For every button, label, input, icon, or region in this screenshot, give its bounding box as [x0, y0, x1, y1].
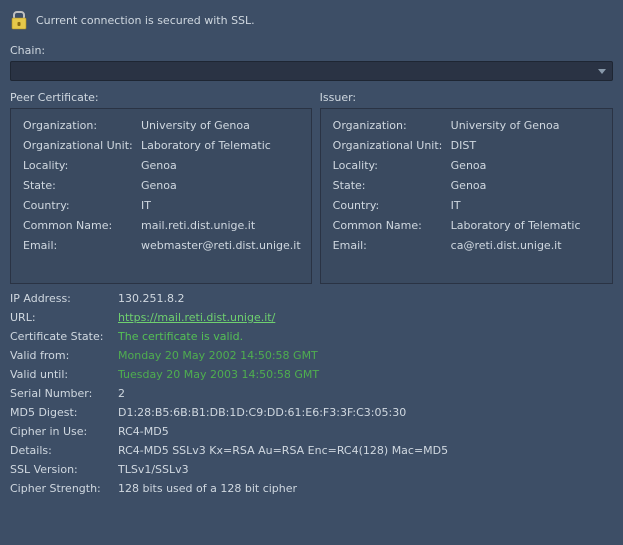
valid-from-value: Monday 20 May 2002 14:50:58 GMT — [118, 349, 613, 362]
cert-state-value: The certificate is valid. — [118, 330, 613, 343]
peer-org-value: University of Genoa — [141, 119, 301, 132]
peer-locality-label: Locality: — [23, 159, 141, 172]
serial-value: 2 — [118, 387, 613, 400]
issuer-locality-label: Locality: — [333, 159, 451, 172]
issuer-ou-value: DIST — [451, 139, 602, 152]
issuer-state-value: Genoa — [451, 179, 602, 192]
cipher-label: Cipher in Use: — [10, 425, 118, 438]
issuer-section: Issuer: Organization:University of Genoa… — [320, 91, 613, 284]
valid-until-label: Valid until: — [10, 368, 118, 381]
peer-certificate-box: Organization:University of Genoa Organiz… — [10, 108, 312, 284]
issuer-box: Organization:University of Genoa Organiz… — [320, 108, 613, 284]
ssl-status-text: Current connection is secured with SSL. — [36, 14, 255, 27]
sslver-label: SSL Version: — [10, 463, 118, 476]
peer-certificate-title: Peer Certificate: — [10, 91, 312, 104]
ip-label: IP Address: — [10, 292, 118, 305]
issuer-title: Issuer: — [320, 91, 613, 104]
url-link[interactable]: https://mail.reti.dist.unige.it/ — [118, 311, 613, 324]
md5-label: MD5 Digest: — [10, 406, 118, 419]
url-label: URL: — [10, 311, 118, 324]
issuer-org-label: Organization: — [333, 119, 451, 132]
issuer-state-label: State: — [333, 179, 451, 192]
peer-locality-value: Genoa — [141, 159, 301, 172]
peer-certificate-section: Peer Certificate: Organization:Universit… — [10, 91, 312, 284]
issuer-ou-label: Organizational Unit: — [333, 139, 451, 152]
issuer-email-label: Email: — [333, 239, 451, 252]
issuer-email-value: ca@reti.dist.unige.it — [451, 239, 602, 252]
details-label: Details: — [10, 444, 118, 457]
peer-state-label: State: — [23, 179, 141, 192]
serial-label: Serial Number: — [10, 387, 118, 400]
issuer-country-label: Country: — [333, 199, 451, 212]
issuer-cn-label: Common Name: — [333, 219, 451, 232]
peer-country-value: IT — [141, 199, 301, 212]
peer-cn-label: Common Name: — [23, 219, 141, 232]
connection-details: IP Address:130.251.8.2 URL:https://mail.… — [10, 292, 613, 495]
valid-until-value: Tuesday 20 May 2003 14:50:58 GMT — [118, 368, 613, 381]
peer-state-value: Genoa — [141, 179, 301, 192]
peer-email-value: webmaster@reti.dist.unige.it — [141, 239, 301, 252]
ssl-status-header: Current connection is secured with SSL. — [10, 10, 613, 30]
md5-value: D1:28:B5:6B:B1:DB:1D:C9:DD:61:E6:F3:3F:C… — [118, 406, 613, 419]
peer-country-label: Country: — [23, 199, 141, 212]
peer-email-label: Email: — [23, 239, 141, 252]
cert-state-label: Certificate State: — [10, 330, 118, 343]
strength-label: Cipher Strength: — [10, 482, 118, 495]
issuer-cn-value: Laboratory of Telematic — [451, 219, 602, 232]
peer-cn-value: mail.reti.dist.unige.it — [141, 219, 301, 232]
strength-value: 128 bits used of a 128 bit cipher — [118, 482, 613, 495]
peer-ou-value: Laboratory of Telematic — [141, 139, 301, 152]
ip-value: 130.251.8.2 — [118, 292, 613, 305]
peer-org-label: Organization: — [23, 119, 141, 132]
cipher-value: RC4-MD5 — [118, 425, 613, 438]
details-value: RC4-MD5 SSLv3 Kx=RSA Au=RSA Enc=RC4(128)… — [118, 444, 613, 457]
issuer-country-value: IT — [451, 199, 602, 212]
peer-ou-label: Organizational Unit: — [23, 139, 141, 152]
issuer-locality-value: Genoa — [451, 159, 602, 172]
chain-dropdown[interactable] — [10, 61, 613, 81]
sslver-value: TLSv1/SSLv3 — [118, 463, 613, 476]
valid-from-label: Valid from: — [10, 349, 118, 362]
issuer-org-value: University of Genoa — [451, 119, 602, 132]
chain-label: Chain: — [10, 44, 613, 57]
lock-icon — [10, 10, 28, 30]
